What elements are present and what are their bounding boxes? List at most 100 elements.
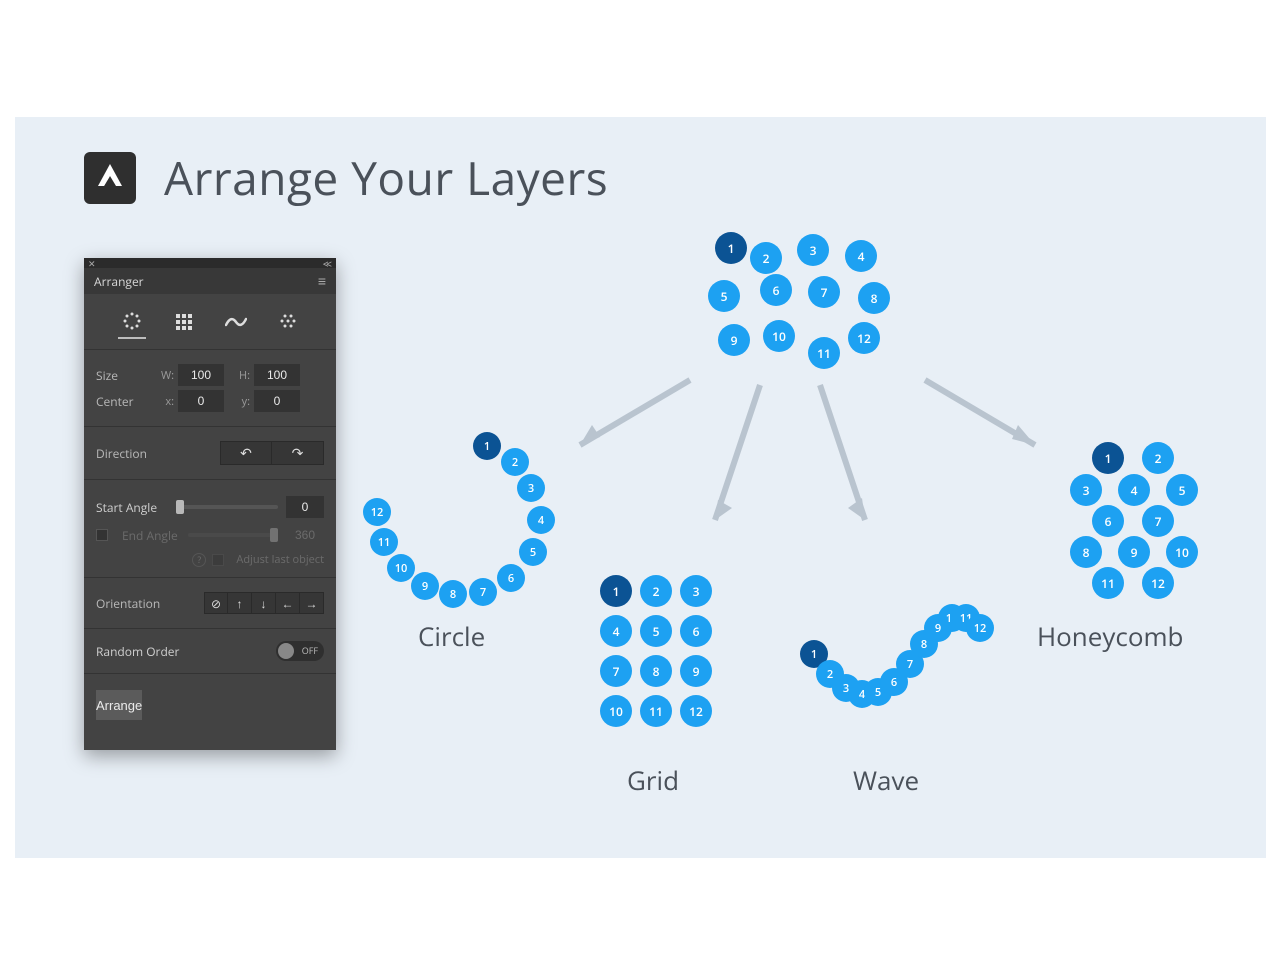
page-title: Arrange Your Layers (164, 147, 608, 209)
help-icon[interactable]: ? (192, 553, 206, 567)
end-angle-input (286, 524, 324, 546)
dot: 7 (1142, 505, 1174, 537)
dot: 5 (1166, 474, 1198, 506)
orientation-section: Orientation ⊘ ↑ ↓ ← → (84, 578, 336, 629)
arrow-right-icon: → (306, 595, 318, 612)
end-angle-checkbox[interactable] (96, 529, 108, 541)
honeycomb-mode-icon (278, 312, 298, 332)
arranger-panel: ✕ ≪ Arranger ≡ Size W: H: Center x: (84, 258, 336, 750)
dot: 5 (708, 280, 740, 312)
dot: 12 (848, 322, 880, 354)
dot: 5 (519, 538, 547, 566)
toggle-knob (278, 643, 294, 659)
center-x-input[interactable] (178, 390, 224, 412)
dot: 4 (600, 615, 632, 647)
dot: 4 (527, 506, 555, 534)
orient-none-button[interactable]: ⊘ (204, 592, 228, 614)
panel-title-text: Arranger (94, 273, 144, 290)
angle-section: Start Angle End Angle ? Adjust last obje… (84, 480, 336, 578)
dot: 8 (439, 580, 467, 608)
arrow-up-icon: ↑ (237, 595, 243, 612)
dot: 12 (363, 498, 391, 526)
dot: 9 (1118, 536, 1150, 568)
undo-icon: ↶ (240, 444, 252, 463)
dot: 10 (600, 695, 632, 727)
dot: 10 (387, 554, 415, 582)
dot: 8 (640, 655, 672, 687)
direction-cw-button[interactable]: ↷ (272, 441, 324, 465)
orient-down-button[interactable]: ↓ (252, 592, 276, 614)
dot: 10 (1166, 536, 1198, 568)
panel-menu-icon[interactable]: ≡ (318, 272, 326, 291)
title-row: Arrange Your Layers (84, 147, 608, 209)
size-h-input[interactable] (254, 364, 300, 386)
end-angle-slider (188, 533, 278, 537)
random-order-toggle[interactable]: OFF (276, 641, 324, 661)
adjust-last-checkbox (212, 554, 224, 566)
dot: 2 (750, 242, 782, 274)
mode-tab-circle[interactable] (118, 305, 146, 339)
start-angle-slider[interactable] (176, 505, 278, 509)
slider-thumb[interactable] (176, 500, 184, 514)
direction-label: Direction (96, 445, 158, 462)
arrow-to-honeycomb (920, 375, 1060, 465)
slider-thumb (270, 528, 278, 542)
dot: 7 (469, 578, 497, 606)
arrow-to-grid (700, 380, 780, 540)
dot: 7 (808, 276, 840, 308)
adjust-last-label: Adjust last object (236, 552, 324, 567)
orient-right-button[interactable]: → (300, 592, 324, 614)
panel-topbar: ✕ ≪ (84, 258, 336, 268)
caption-grid: Grid (627, 762, 679, 798)
dot: 1 (715, 232, 747, 264)
dot: 4 (845, 240, 877, 272)
center-y-input[interactable] (254, 390, 300, 412)
dot: 8 (1070, 536, 1102, 568)
dot: 12 (1142, 567, 1174, 599)
dot: 9 (718, 324, 750, 356)
start-angle-input[interactable] (286, 496, 324, 518)
center-x-label: x: (158, 394, 178, 409)
center-y-label: y: (234, 394, 254, 409)
dot: 2 (640, 575, 672, 607)
dot: 12 (966, 614, 994, 642)
size-w-label: W: (158, 368, 178, 383)
dot: 6 (760, 274, 792, 306)
size-h-label: H: (234, 368, 254, 383)
dot: 1 (1092, 442, 1124, 474)
cluster-circle: 1 2 3 4 5 6 7 8 9 10 11 12 (357, 432, 557, 612)
close-icon[interactable]: ✕ (88, 257, 96, 270)
size-w-input[interactable] (178, 364, 224, 386)
dot: 7 (600, 655, 632, 687)
none-icon: ⊘ (211, 595, 221, 612)
mode-tab-honeycomb[interactable] (274, 305, 302, 339)
toggle-state: OFF (302, 644, 318, 657)
app-icon (84, 152, 136, 204)
circle-mode-icon (122, 311, 142, 331)
cluster-initial: 1 2 3 4 5 6 7 8 9 10 11 12 (700, 232, 900, 382)
dot: 11 (370, 528, 398, 556)
mode-tab-wave[interactable] (222, 305, 250, 339)
cluster-wave: 1 2 3 4 5 6 7 8 9 10 11 12 (800, 600, 1000, 710)
mode-tabs (84, 294, 336, 350)
dot: 9 (411, 572, 439, 600)
orient-up-button[interactable]: ↑ (228, 592, 252, 614)
dot: 1 (473, 432, 501, 460)
dot: 1 (600, 575, 632, 607)
mode-tab-grid[interactable] (170, 305, 198, 339)
random-order-label: Random Order (96, 643, 179, 660)
caption-honeycomb: Honeycomb (1037, 618, 1183, 654)
center-label: Center (96, 393, 158, 410)
arrow-left-icon: ← (282, 595, 294, 612)
start-angle-label: Start Angle (96, 499, 168, 516)
direction-ccw-button[interactable]: ↶ (220, 441, 272, 465)
dot: 8 (858, 282, 890, 314)
caption-wave: Wave (853, 762, 919, 798)
dot: 2 (501, 448, 529, 476)
caption-circle: Circle (418, 618, 485, 654)
dot: 11 (808, 337, 840, 369)
orient-left-button[interactable]: ← (276, 592, 300, 614)
arrange-button[interactable]: Arrange (96, 690, 142, 720)
panel-title-bar: Arranger ≡ (84, 268, 336, 294)
collapse-icon[interactable]: ≪ (323, 257, 332, 270)
